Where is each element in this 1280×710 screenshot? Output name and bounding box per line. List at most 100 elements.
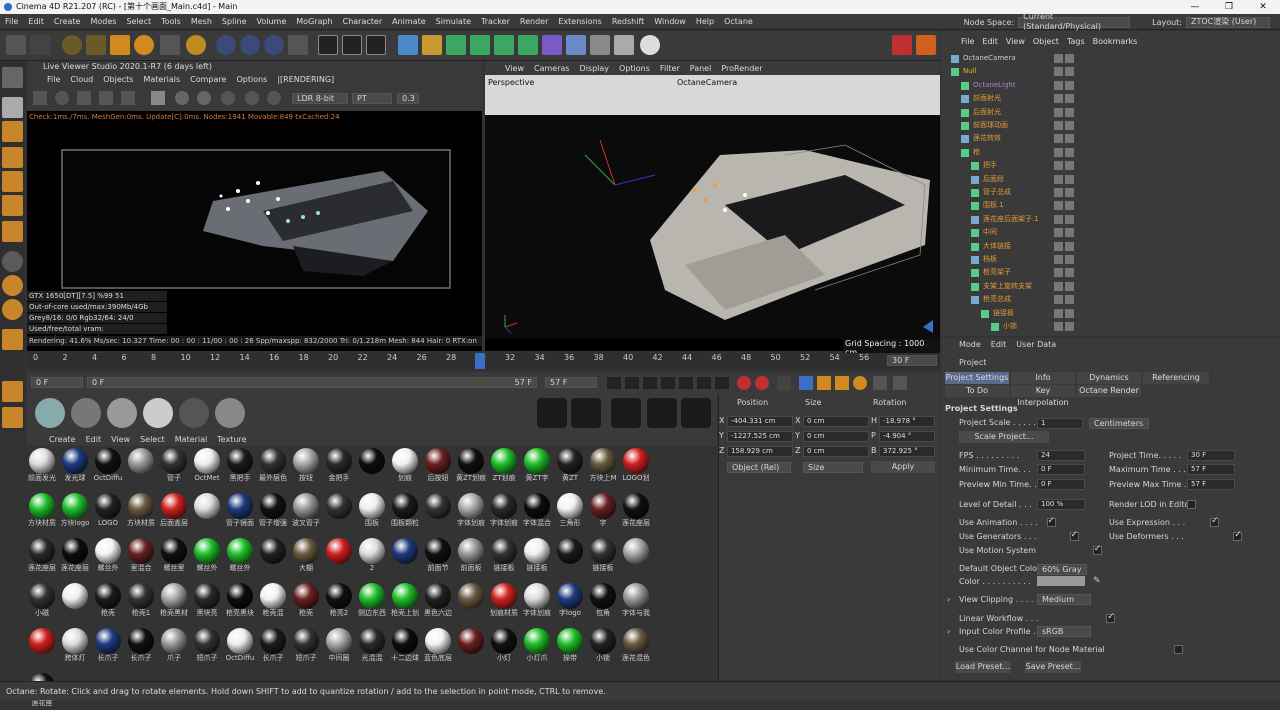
tab-octane-render[interactable]: Octane Render [1077, 385, 1141, 397]
vp-menu-filter[interactable]: Filter [660, 64, 680, 73]
material-item[interactable]: 发光球 [60, 448, 90, 485]
material-item[interactable]: 方块logo [60, 493, 90, 530]
next-frame-icon[interactable] [679, 377, 693, 389]
mat-menu-texture[interactable]: Texture [217, 435, 246, 444]
material-item[interactable]: 枪壳上划 [390, 583, 420, 620]
om-menu-bookmarks[interactable]: Bookmarks [1093, 37, 1138, 46]
object-visibility-flags[interactable] [1054, 67, 1074, 77]
undo-icon[interactable] [6, 35, 26, 55]
object-visibility-flags[interactable] [1054, 268, 1074, 278]
material-item[interactable]: 字logo [555, 583, 585, 620]
object-row[interactable]: 莲花转效 [941, 132, 1280, 145]
menu-edit[interactable]: Edit [23, 14, 49, 30]
material-item[interactable]: 字体混合 [522, 493, 552, 530]
material-item[interactable] [456, 583, 486, 620]
material-item[interactable]: 前面发光 [27, 448, 57, 485]
object-row[interactable]: 档板 [941, 253, 1280, 266]
material-item[interactable]: 最外层色 [258, 448, 288, 485]
object-row[interactable]: 链接板 [941, 307, 1280, 320]
split-ball-icon[interactable] [215, 398, 245, 428]
material-item[interactable]: LOGO划 [621, 448, 651, 485]
snap-settings-icon[interactable] [2, 275, 23, 296]
timeline-ruler[interactable]: 0246810121416182022242628303234363840424… [27, 353, 940, 369]
object-row[interactable]: 枪亮总成 [941, 293, 1280, 306]
points-mode-icon[interactable] [2, 147, 23, 168]
menu-modes[interactable]: Modes [85, 14, 121, 30]
menu-create[interactable]: Create [49, 14, 86, 30]
menu-character[interactable]: Character [338, 14, 388, 30]
timeline-settings-icon[interactable] [893, 376, 907, 390]
material-item[interactable] [456, 628, 486, 665]
tab-dynamics[interactable]: Dynamics [1077, 372, 1141, 384]
project-time-field[interactable]: 30 F [1187, 450, 1235, 461]
material-item[interactable] [126, 448, 156, 485]
lv-f-icon[interactable] [245, 91, 259, 105]
tab-todo[interactable]: To Do [945, 385, 1009, 397]
menu-redshift[interactable]: Redshift [607, 14, 649, 30]
menu-render[interactable]: Render [515, 14, 553, 30]
menu-spline[interactable]: Spline [217, 14, 252, 30]
save-preset-button[interactable]: Save Preset... [1025, 661, 1081, 673]
material-item[interactable]: 枪壳混 [258, 583, 288, 620]
menu-extensions[interactable]: Extensions [553, 14, 606, 30]
record-key-icon[interactable] [737, 376, 751, 390]
select-icon[interactable] [62, 35, 82, 55]
lv-kernel-select[interactable]: PT [352, 93, 392, 104]
object-visibility-flags[interactable] [1054, 147, 1074, 157]
position-z-field[interactable]: 158.929 cm [727, 446, 793, 457]
object-row[interactable]: 管子总成 [941, 186, 1280, 199]
menu-tools[interactable]: Tools [156, 14, 186, 30]
sun-icon[interactable] [681, 398, 711, 428]
menu-help[interactable]: Help [691, 14, 719, 30]
material-item[interactable]: 枪亮黑块 [225, 583, 255, 620]
material-item[interactable]: 爪子 [159, 628, 189, 665]
object-row[interactable]: 支架上旋转支架 [941, 280, 1280, 293]
vp-menu-view[interactable]: View [505, 64, 524, 73]
maximize-button[interactable]: ❐ [1212, 0, 1246, 14]
viewport-canvas[interactable]: Perspective OctaneCamera Grid Spacing : … [485, 75, 940, 357]
object-row[interactable]: 把手 [941, 159, 1280, 172]
axis-mode-icon[interactable] [2, 221, 23, 242]
material-item[interactable]: 链接板 [489, 538, 519, 575]
material-item[interactable]: 黄ZT划痕 [456, 448, 486, 485]
material-item[interactable]: 侧边东西 [357, 583, 387, 620]
material-item[interactable]: 枪壳 [93, 583, 123, 620]
position-x-field[interactable]: -404.331 cm [727, 416, 793, 427]
rotate-icon[interactable] [134, 35, 154, 55]
workplane-icon[interactable] [2, 299, 23, 320]
prev-key-icon[interactable] [625, 377, 639, 389]
material-item[interactable]: 长爪子 [126, 628, 156, 665]
object-visibility-flags[interactable] [1054, 214, 1074, 224]
tab-referencing[interactable]: Referencing [1143, 372, 1209, 384]
material-item[interactable]: 黑把手 [225, 448, 255, 485]
object-row[interactable]: 后面段 [941, 173, 1280, 186]
play-icon[interactable] [661, 377, 675, 389]
object-row[interactable]: OctaneCamera [941, 52, 1280, 65]
object-row[interactable]: 小锁 [941, 320, 1280, 333]
lv-material-icon[interactable] [175, 91, 189, 105]
object-row[interactable]: 前面射光 [941, 92, 1280, 105]
material-item[interactable]: 短爪子 [291, 628, 321, 665]
octane-live-icon[interactable] [916, 35, 936, 55]
size-x-field[interactable]: 0 cm [803, 416, 869, 427]
half-circle-icon[interactable] [571, 398, 601, 428]
om-menu-view[interactable]: View [1006, 37, 1025, 46]
pen-icon[interactable] [422, 35, 442, 55]
material-item[interactable]: OctMet [192, 448, 222, 485]
material-item[interactable]: 短爪子 [192, 628, 222, 665]
mix-ball-icon[interactable] [179, 398, 209, 428]
render-picture-viewer-icon[interactable] [342, 35, 362, 55]
material-item[interactable]: 包角 [588, 583, 618, 620]
pla-key-icon[interactable] [873, 376, 887, 390]
deformer-icon[interactable] [542, 35, 562, 55]
material-item[interactable]: 管子增强 [258, 493, 288, 530]
rotation-p-field[interactable]: -4.904 ° [879, 431, 935, 442]
material-item[interactable]: 方块上M [588, 448, 618, 485]
vp-menu-panel[interactable]: Panel [690, 64, 712, 73]
material-item[interactable]: 螺丝里 [159, 538, 189, 575]
rotation-b-field[interactable]: 372.925 ° [879, 446, 935, 457]
size-mode-select[interactable]: Size [803, 462, 863, 473]
y-axis-icon[interactable] [240, 35, 260, 55]
material-item[interactable]: 小锁 [588, 628, 618, 665]
size-y-field[interactable]: 0 cm [803, 431, 869, 442]
